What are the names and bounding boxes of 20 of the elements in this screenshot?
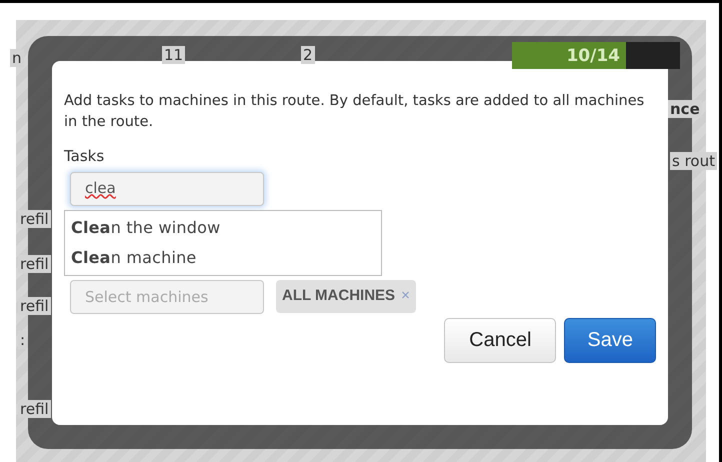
table-cell: s rout <box>670 152 717 170</box>
save-button[interactable]: Save <box>564 318 656 362</box>
table-cell: refil <box>18 400 51 418</box>
progress-reading: 10/14 <box>566 45 620 68</box>
table-cell: 2 <box>301 46 315 64</box>
column-heading: nce <box>668 100 702 118</box>
table-cell: refil <box>18 210 51 228</box>
dialog-description: Add tasks to machines in this route. By default, tasks are added to all machines in the route. <box>64 92 646 132</box>
suggestion-item[interactable]: Clean machine <box>65 242 381 272</box>
task-input-field[interactable]: clea <box>70 172 264 206</box>
table-cell: 11 <box>162 46 186 64</box>
suggestion-item[interactable]: Clean the window <box>65 212 381 242</box>
table-cell: refil <box>18 297 51 315</box>
table-cell: refil <box>18 255 51 273</box>
machine-tag: ALL MACHINES × <box>276 280 416 313</box>
machines-input-field[interactable]: Select machines <box>70 280 264 314</box>
table-cell: : <box>18 331 28 349</box>
tasks-label: Tasks <box>64 146 106 167</box>
table-cell: n <box>10 49 24 67</box>
cancel-button[interactable]: Cancel <box>444 318 556 362</box>
